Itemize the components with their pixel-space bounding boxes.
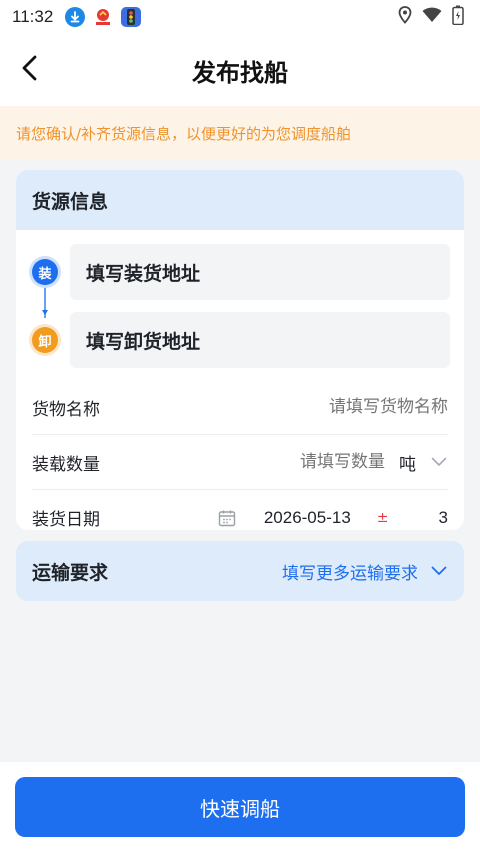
quantity-unit[interactable]: 吨: [399, 450, 416, 475]
location-icon: [398, 6, 412, 28]
transport-req-title: 运输要求: [32, 561, 109, 584]
load-date-value[interactable]: 2026-05-13: [264, 508, 351, 528]
route-arrow-icon: [42, 310, 48, 315]
notice-text: 请您确认/补齐货源信息，以便更好的为您调度船舶: [16, 124, 352, 143]
status-time: 11:32: [12, 7, 54, 26]
chevron-down-icon[interactable]: [430, 453, 448, 471]
transport-req-card: 运输要求 填写更多运输要求: [16, 541, 464, 601]
goods-name-label: 货物名称: [32, 399, 100, 420]
calendar-icon: [216, 507, 238, 529]
date-range-value[interactable]: 3: [439, 508, 448, 528]
page-title: 发布找船: [192, 58, 288, 87]
load-address-field[interactable]: 填写装货地址: [70, 244, 450, 300]
quantity-input[interactable]: [225, 452, 385, 472]
status-bar: 11:32: [0, 0, 480, 34]
chevron-left-icon: [20, 55, 40, 85]
goods-name-row: 货物名称: [32, 380, 448, 435]
quick-dispatch-button[interactable]: 快速调船: [15, 777, 465, 837]
status-app-icons: [65, 7, 142, 27]
unload-badge: 卸: [32, 327, 58, 353]
address-section: 装 卸 填写装货地址 填写卸货地址: [16, 230, 464, 380]
transport-req-header[interactable]: 运输要求 填写更多运输要求: [16, 541, 464, 601]
goods-name-input[interactable]: [228, 397, 448, 417]
load-date-row: 装货日期 2026-05-13 ± 3: [32, 490, 448, 531]
quantity-row: 装载数量 吨: [32, 435, 448, 490]
goods-info-card: 货源信息 装 卸 填写装货地址 填写卸货地址 货物名称 装载数量 吨 装货日期 …: [16, 170, 464, 530]
wifi-icon: [422, 7, 442, 27]
nav-bar: 发布找船: [0, 34, 480, 106]
party-badge-icon: [93, 7, 113, 27]
notice-banner: 请您确认/补齐货源信息，以便更好的为您调度船舶: [0, 106, 480, 160]
status-right: [398, 5, 464, 29]
transport-req-link[interactable]: 填写更多运输要求: [282, 559, 418, 584]
chevron-down-icon[interactable]: [430, 562, 448, 580]
download-icon: [65, 7, 86, 27]
goods-info-header: 货源信息: [16, 170, 464, 230]
plus-minus-sign: ±: [376, 509, 389, 526]
unload-address-placeholder: 填写卸货地址: [86, 330, 201, 353]
goods-info-title: 货源信息: [32, 190, 109, 213]
quantity-label: 装载数量: [32, 454, 100, 475]
load-date-label: 装货日期: [32, 510, 100, 530]
traffic-light-icon: [121, 7, 142, 27]
date-picker[interactable]: 2026-05-13 ± 3: [216, 507, 448, 529]
load-address-placeholder: 填写装货地址: [86, 262, 201, 285]
battery-icon: [452, 5, 464, 29]
load-badge: 装: [32, 259, 58, 285]
back-button[interactable]: [12, 52, 48, 88]
unload-address-field[interactable]: 填写卸货地址: [70, 312, 450, 368]
